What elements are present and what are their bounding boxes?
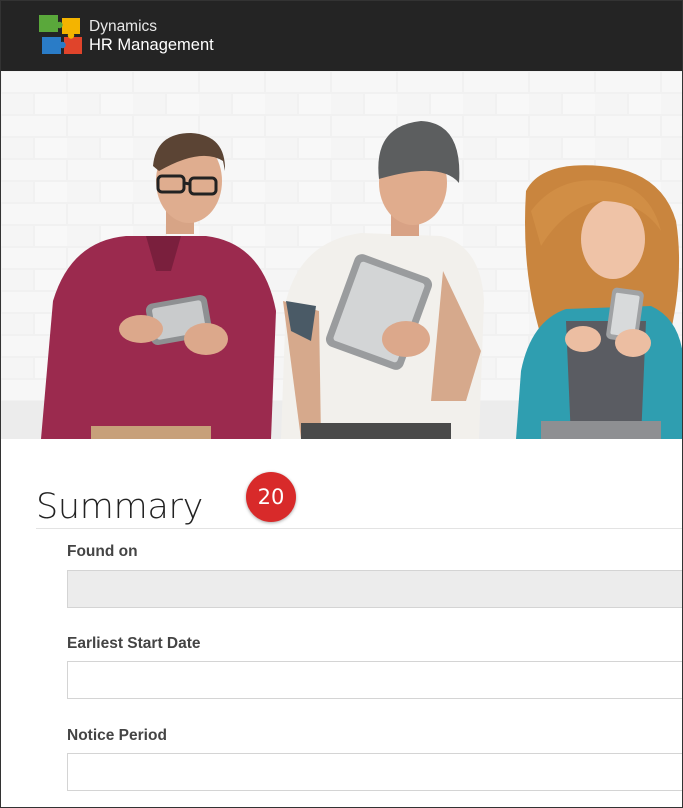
summary-section: Summary 20 Found on Earliest Start Date … bbox=[1, 439, 682, 807]
earliest-start-date-field[interactable] bbox=[67, 661, 682, 699]
section-divider bbox=[36, 528, 682, 529]
dynamics-logo-icon bbox=[39, 15, 82, 54]
person-right bbox=[516, 165, 682, 439]
earliest-start-date-label: Earliest Start Date bbox=[67, 635, 201, 652]
section-title: Summary bbox=[36, 487, 204, 527]
app-brand[interactable]: Dynamics HR Management bbox=[89, 17, 214, 55]
hero-image bbox=[1, 71, 682, 439]
step-number-badge: 20 bbox=[246, 472, 296, 522]
found-on-label: Found on bbox=[67, 543, 138, 560]
brand-line-2: HR Management bbox=[89, 36, 214, 54]
notice-period-label: Notice Period bbox=[67, 727, 167, 744]
page-frame: Dynamics HR Management Summary 20 Found … bbox=[0, 0, 683, 808]
brand-line-1: Dynamics bbox=[89, 18, 158, 35]
notice-period-field[interactable] bbox=[67, 753, 682, 791]
app-header: Dynamics HR Management bbox=[1, 1, 682, 71]
found-on-field[interactable] bbox=[67, 570, 682, 608]
